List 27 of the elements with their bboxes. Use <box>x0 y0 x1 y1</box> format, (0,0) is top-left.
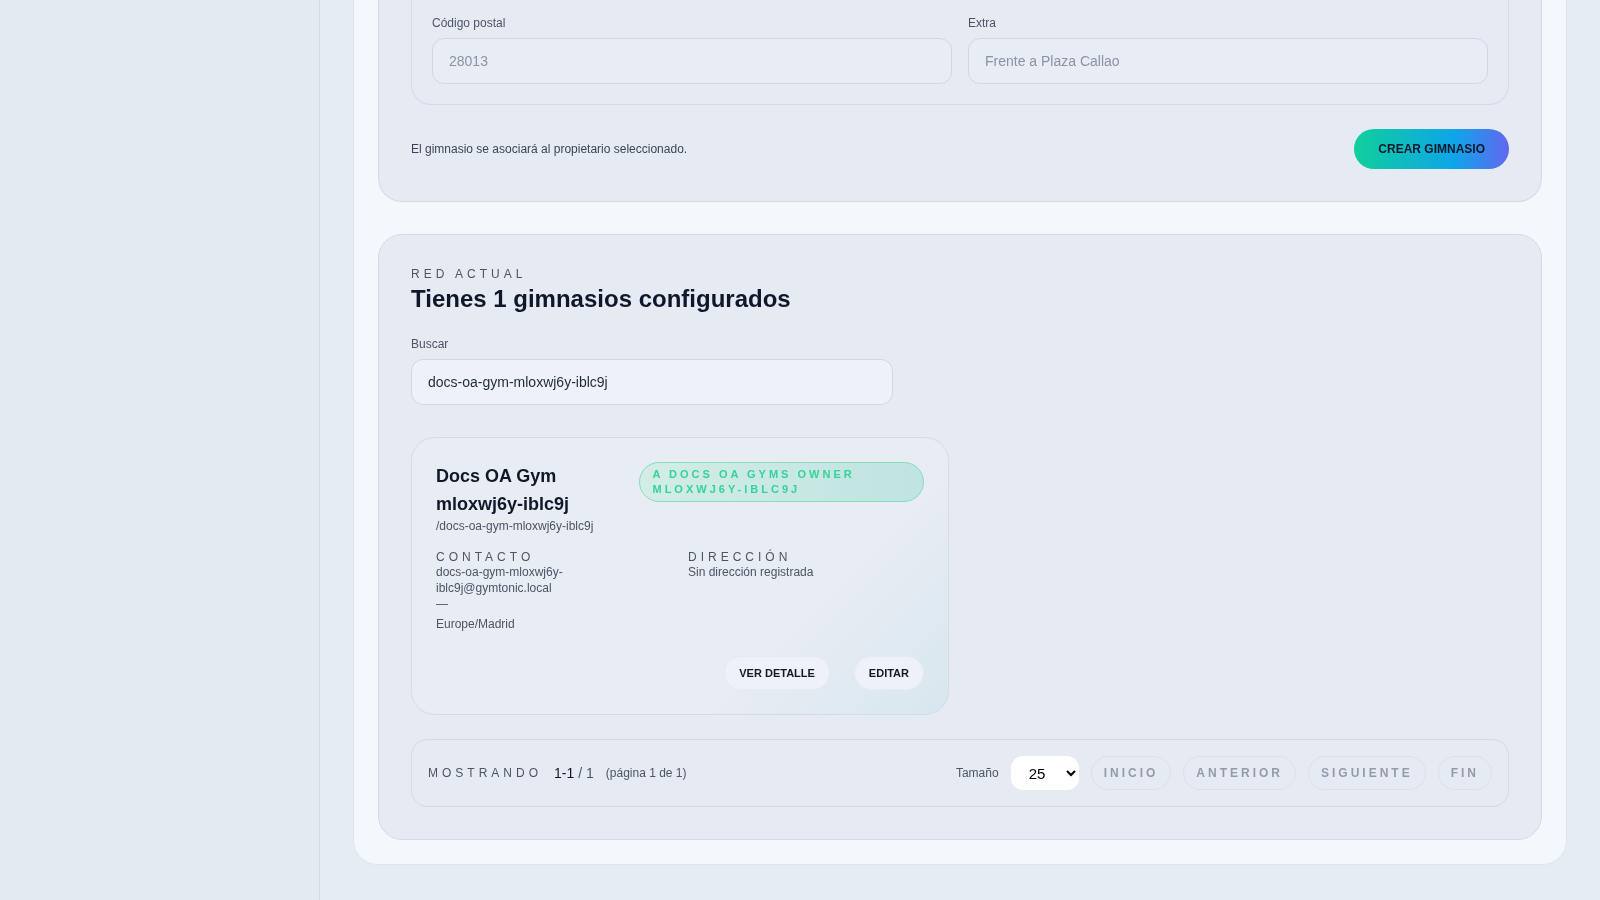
gym-name: Docs OA Gym mloxwj6y-iblc9j <box>436 465 571 516</box>
action-button[interactable]: VER DETALLE <box>724 656 830 690</box>
helper-text: El gimnasio se asociará al propietario seleccionado. <box>411 142 688 156</box>
field-label: Código postal <box>432 16 507 30</box>
gym-slug: /docs-oa-gym-mloxwj6y-iblc9j <box>436 518 595 534</box>
owner-badge: A DOCS OA GYMS OWNER MLOXWJ6Y-IBLC9J <box>639 462 924 502</box>
size-label: Tamaño <box>955 765 999 781</box>
create-button[interactable]: CREAR GIMNASIO <box>1354 129 1509 169</box>
total-text: / 1 <box>578 765 594 781</box>
search-field[interactable]: docs-oa-gym-mloxwj6y-iblc9j <box>411 359 893 405</box>
field-label: Extra <box>968 16 997 30</box>
showing-label: MOSTRANDO <box>428 766 542 780</box>
page-size-select[interactable]: 25 <box>1010 756 1079 790</box>
input-field[interactable]: 28013 <box>432 38 952 84</box>
search-label: Buscar <box>411 337 450 351</box>
input-field[interactable]: Frente a Plaza Callao <box>968 38 1488 84</box>
contact-heading: CONTACTO <box>436 550 536 564</box>
contact-text: — <box>436 596 449 612</box>
address-heading: DIRECCIÓN <box>688 550 793 564</box>
contact-text: Europe/Madrid <box>436 616 516 632</box>
contact-text: docs-oa-gym-mloxwj6y-iblc9j@gymtonic.local <box>436 564 564 596</box>
section-title: Tienes 1 gimnasios configurados <box>411 285 792 313</box>
page-text: (página 1 de 1) <box>605 765 687 781</box>
address-text: Sin dirección registrada <box>688 564 815 580</box>
section-eyebrow: RED ACTUAL <box>411 267 528 281</box>
range-text: 1-1 <box>554 765 575 781</box>
action-button[interactable]: EDITAR <box>853 656 924 690</box>
